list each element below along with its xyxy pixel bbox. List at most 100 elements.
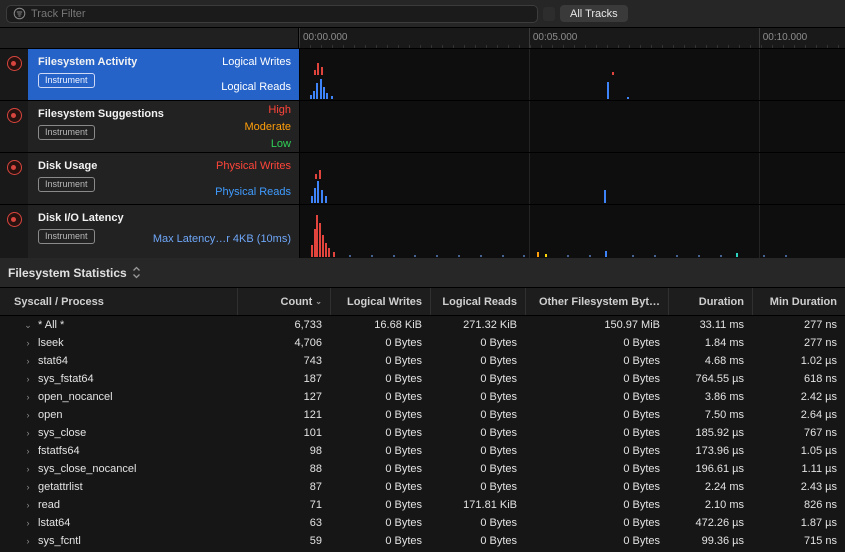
logical-writes-cell: 0 Bytes xyxy=(330,409,430,421)
disclosure-chevron[interactable]: › xyxy=(22,410,34,420)
disclosure-chevron[interactable]: › xyxy=(22,464,34,474)
track-label: Physical Reads xyxy=(215,186,291,198)
table-row[interactable]: › open 121 0 Bytes 0 Bytes 0 Bytes 7.50 … xyxy=(0,406,845,424)
table-row[interactable]: › sys_fstat64 187 0 Bytes 0 Bytes 0 Byte… xyxy=(0,370,845,388)
track-filesystem-suggestions[interactable]: Filesystem Suggestions Instrument High M… xyxy=(0,101,845,153)
disclosure-chevron[interactable]: › xyxy=(22,536,34,546)
disclosure-chevron[interactable]: › xyxy=(22,374,34,384)
count-cell: 121 xyxy=(237,409,330,421)
track-label: Max Latency…r 4KB (10ms) xyxy=(153,233,291,245)
header-min-duration[interactable]: Min Duration xyxy=(752,288,845,315)
table-row[interactable]: › stat64 743 0 Bytes 0 Bytes 0 Bytes 4.6… xyxy=(0,352,845,370)
logical-writes-cell: 0 Bytes xyxy=(330,391,430,403)
syscall-name: read xyxy=(38,499,60,511)
min-duration-cell: 715 ns xyxy=(752,535,845,547)
duration-cell: 2.10 ms xyxy=(668,499,752,511)
count-cell: 87 xyxy=(237,481,330,493)
track-filter-icon xyxy=(13,7,26,20)
track-graph[interactable] xyxy=(299,153,845,204)
disclosure-chevron[interactable]: › xyxy=(22,500,34,510)
track-label: Logical Reads xyxy=(221,81,291,93)
syscall-name: open xyxy=(38,409,62,421)
disclosure-chevron[interactable]: › xyxy=(22,338,34,348)
header-count[interactable]: Count ⌄ xyxy=(237,288,330,315)
count-cell: 101 xyxy=(237,427,330,439)
track-filesystem-activity[interactable]: Filesystem Activity Instrument Logical W… xyxy=(0,49,845,101)
table-row[interactable]: ⌄ * All * 6,733 16.68 KiB 271.32 KiB 150… xyxy=(0,316,845,334)
other-filesystem-cell: 0 Bytes xyxy=(525,499,668,511)
track-disk-usage[interactable]: Disk Usage Instrument Physical Writes Ph… xyxy=(0,153,845,205)
track-graph[interactable] xyxy=(299,101,845,152)
other-filesystem-cell: 0 Bytes xyxy=(525,391,668,403)
table-row[interactable]: › lseek 4,706 0 Bytes 0 Bytes 0 Bytes 1.… xyxy=(0,334,845,352)
track-graph[interactable] xyxy=(299,49,845,100)
min-duration-cell: 2.64 µs xyxy=(752,409,845,421)
other-filesystem-cell: 0 Bytes xyxy=(525,355,668,367)
syscall-name: sys_fstat64 xyxy=(38,373,94,385)
track-graph[interactable] xyxy=(299,205,845,258)
duration-cell: 3.86 ms xyxy=(668,391,752,403)
syscall-name: open_nocancel xyxy=(38,391,113,403)
other-filesystem-cell: 0 Bytes xyxy=(525,373,668,385)
filter-options-button[interactable] xyxy=(543,7,555,21)
table-row[interactable]: › open_nocancel 127 0 Bytes 0 Bytes 0 By… xyxy=(0,388,845,406)
table-row[interactable]: › sys_close 101 0 Bytes 0 Bytes 0 Bytes … xyxy=(0,424,845,442)
track-title: Filesystem Activity xyxy=(38,56,137,68)
header-logical-reads[interactable]: Logical Reads xyxy=(430,288,525,315)
logical-reads-cell: 0 Bytes xyxy=(430,481,525,493)
duration-cell: 173.96 µs xyxy=(668,445,752,457)
logical-writes-cell: 0 Bytes xyxy=(330,481,430,493)
track-filter-field[interactable] xyxy=(6,5,538,23)
logical-reads-cell: 0 Bytes xyxy=(430,445,525,457)
table-row[interactable]: › lstat64 63 0 Bytes 0 Bytes 0 Bytes 472… xyxy=(0,514,845,532)
all-tracks-button[interactable]: All Tracks xyxy=(560,5,628,22)
ruler-timeline[interactable]: 00:00.000 00:05.000 00:10.000 xyxy=(299,28,845,48)
track-info[interactable]: Filesystem Activity Instrument Logical W… xyxy=(28,49,299,100)
other-filesystem-cell: 0 Bytes xyxy=(525,337,668,349)
disclosure-chevron[interactable]: › xyxy=(22,428,34,438)
header-duration[interactable]: Duration xyxy=(668,288,752,315)
timeline-ruler[interactable]: 00:00.000 00:05.000 00:10.000 xyxy=(0,28,845,49)
header-syscall-process[interactable]: Syscall / Process xyxy=(0,288,237,315)
logical-writes-cell: 0 Bytes xyxy=(330,535,430,547)
logical-reads-cell: 0 Bytes xyxy=(430,535,525,547)
disclosure-chevron[interactable]: › xyxy=(22,356,34,366)
track-info[interactable]: Disk I/O Latency Instrument Max Latency…… xyxy=(28,205,299,258)
logical-writes-cell: 0 Bytes xyxy=(330,373,430,385)
disclosure-chevron[interactable]: › xyxy=(22,392,34,402)
table-row[interactable]: › sys_fcntl 59 0 Bytes 0 Bytes 0 Bytes 9… xyxy=(0,532,845,550)
disclosure-chevron[interactable]: ⌄ xyxy=(22,320,34,331)
track-disk-io-latency[interactable]: Disk I/O Latency Instrument Max Latency…… xyxy=(0,205,845,258)
syscall-name: sys_close xyxy=(38,427,86,439)
other-filesystem-cell: 0 Bytes xyxy=(525,463,668,475)
table-row[interactable]: › fstatfs64 98 0 Bytes 0 Bytes 0 Bytes 1… xyxy=(0,442,845,460)
logical-reads-cell: 0 Bytes xyxy=(430,337,525,349)
min-duration-cell: 1.02 µs xyxy=(752,355,845,367)
duration-cell: 764.55 µs xyxy=(668,373,752,385)
disclosure-chevron[interactable]: › xyxy=(22,446,34,456)
instrument-badge: Instrument xyxy=(38,125,95,140)
other-filesystem-cell: 0 Bytes xyxy=(525,427,668,439)
disk-usage-icon xyxy=(7,160,22,175)
disclosure-chevron[interactable]: › xyxy=(22,518,34,528)
instrument-badge: Instrument xyxy=(38,177,95,192)
track-filter-input[interactable] xyxy=(31,8,531,20)
track-info[interactable]: Disk Usage Instrument Physical Writes Ph… xyxy=(28,153,299,204)
table-row[interactable]: › read 71 0 Bytes 171.81 KiB 0 Bytes 2.1… xyxy=(0,496,845,514)
count-cell: 6,733 xyxy=(237,319,330,331)
track-label: Moderate xyxy=(245,121,291,133)
table-row[interactable]: › getattrlist 87 0 Bytes 0 Bytes 0 Bytes… xyxy=(0,478,845,496)
header-logical-writes[interactable]: Logical Writes xyxy=(330,288,430,315)
stats-selector-chevrons[interactable] xyxy=(132,266,141,279)
track-list: Filesystem Activity Instrument Logical W… xyxy=(0,49,845,258)
disclosure-chevron[interactable]: › xyxy=(22,482,34,492)
tick-label: 00:00.000 xyxy=(303,32,348,43)
stats-table-header: Syscall / Process Count ⌄ Logical Writes… xyxy=(0,288,845,316)
stats-header-bar: Filesystem Statistics xyxy=(0,258,845,288)
header-other-filesystem[interactable]: Other Filesystem Byt… xyxy=(525,288,668,315)
other-filesystem-cell: 0 Bytes xyxy=(525,445,668,457)
other-filesystem-cell: 0 Bytes xyxy=(525,517,668,529)
track-info[interactable]: Filesystem Suggestions Instrument High M… xyxy=(28,101,299,152)
logical-reads-cell: 0 Bytes xyxy=(430,427,525,439)
table-row[interactable]: › sys_close_nocancel 88 0 Bytes 0 Bytes … xyxy=(0,460,845,478)
